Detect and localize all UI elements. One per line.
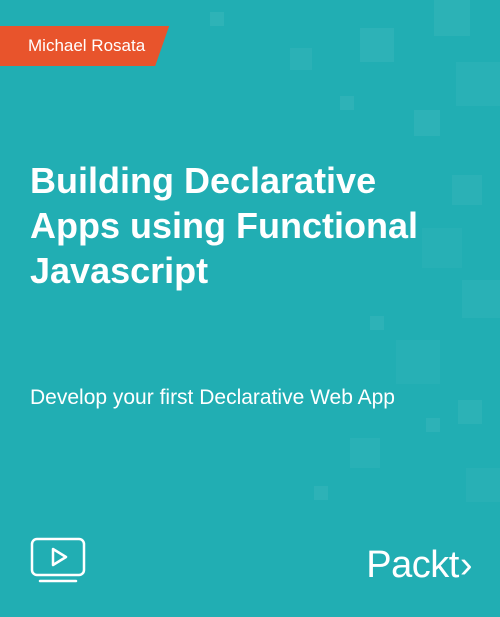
course-title: Building Declarative Apps using Function… <box>30 158 440 293</box>
decorative-background <box>0 0 500 617</box>
course-subtitle: Develop your first Declarative Web App <box>30 384 440 411</box>
video-play-icon <box>30 537 86 583</box>
chevron-right-icon: › <box>460 544 472 587</box>
publisher-name: Packt <box>366 544 459 587</box>
author-name: Michael Rosata <box>28 36 145 55</box>
author-badge: Michael Rosata <box>0 26 169 66</box>
publisher-logo: Packt› <box>366 544 472 587</box>
